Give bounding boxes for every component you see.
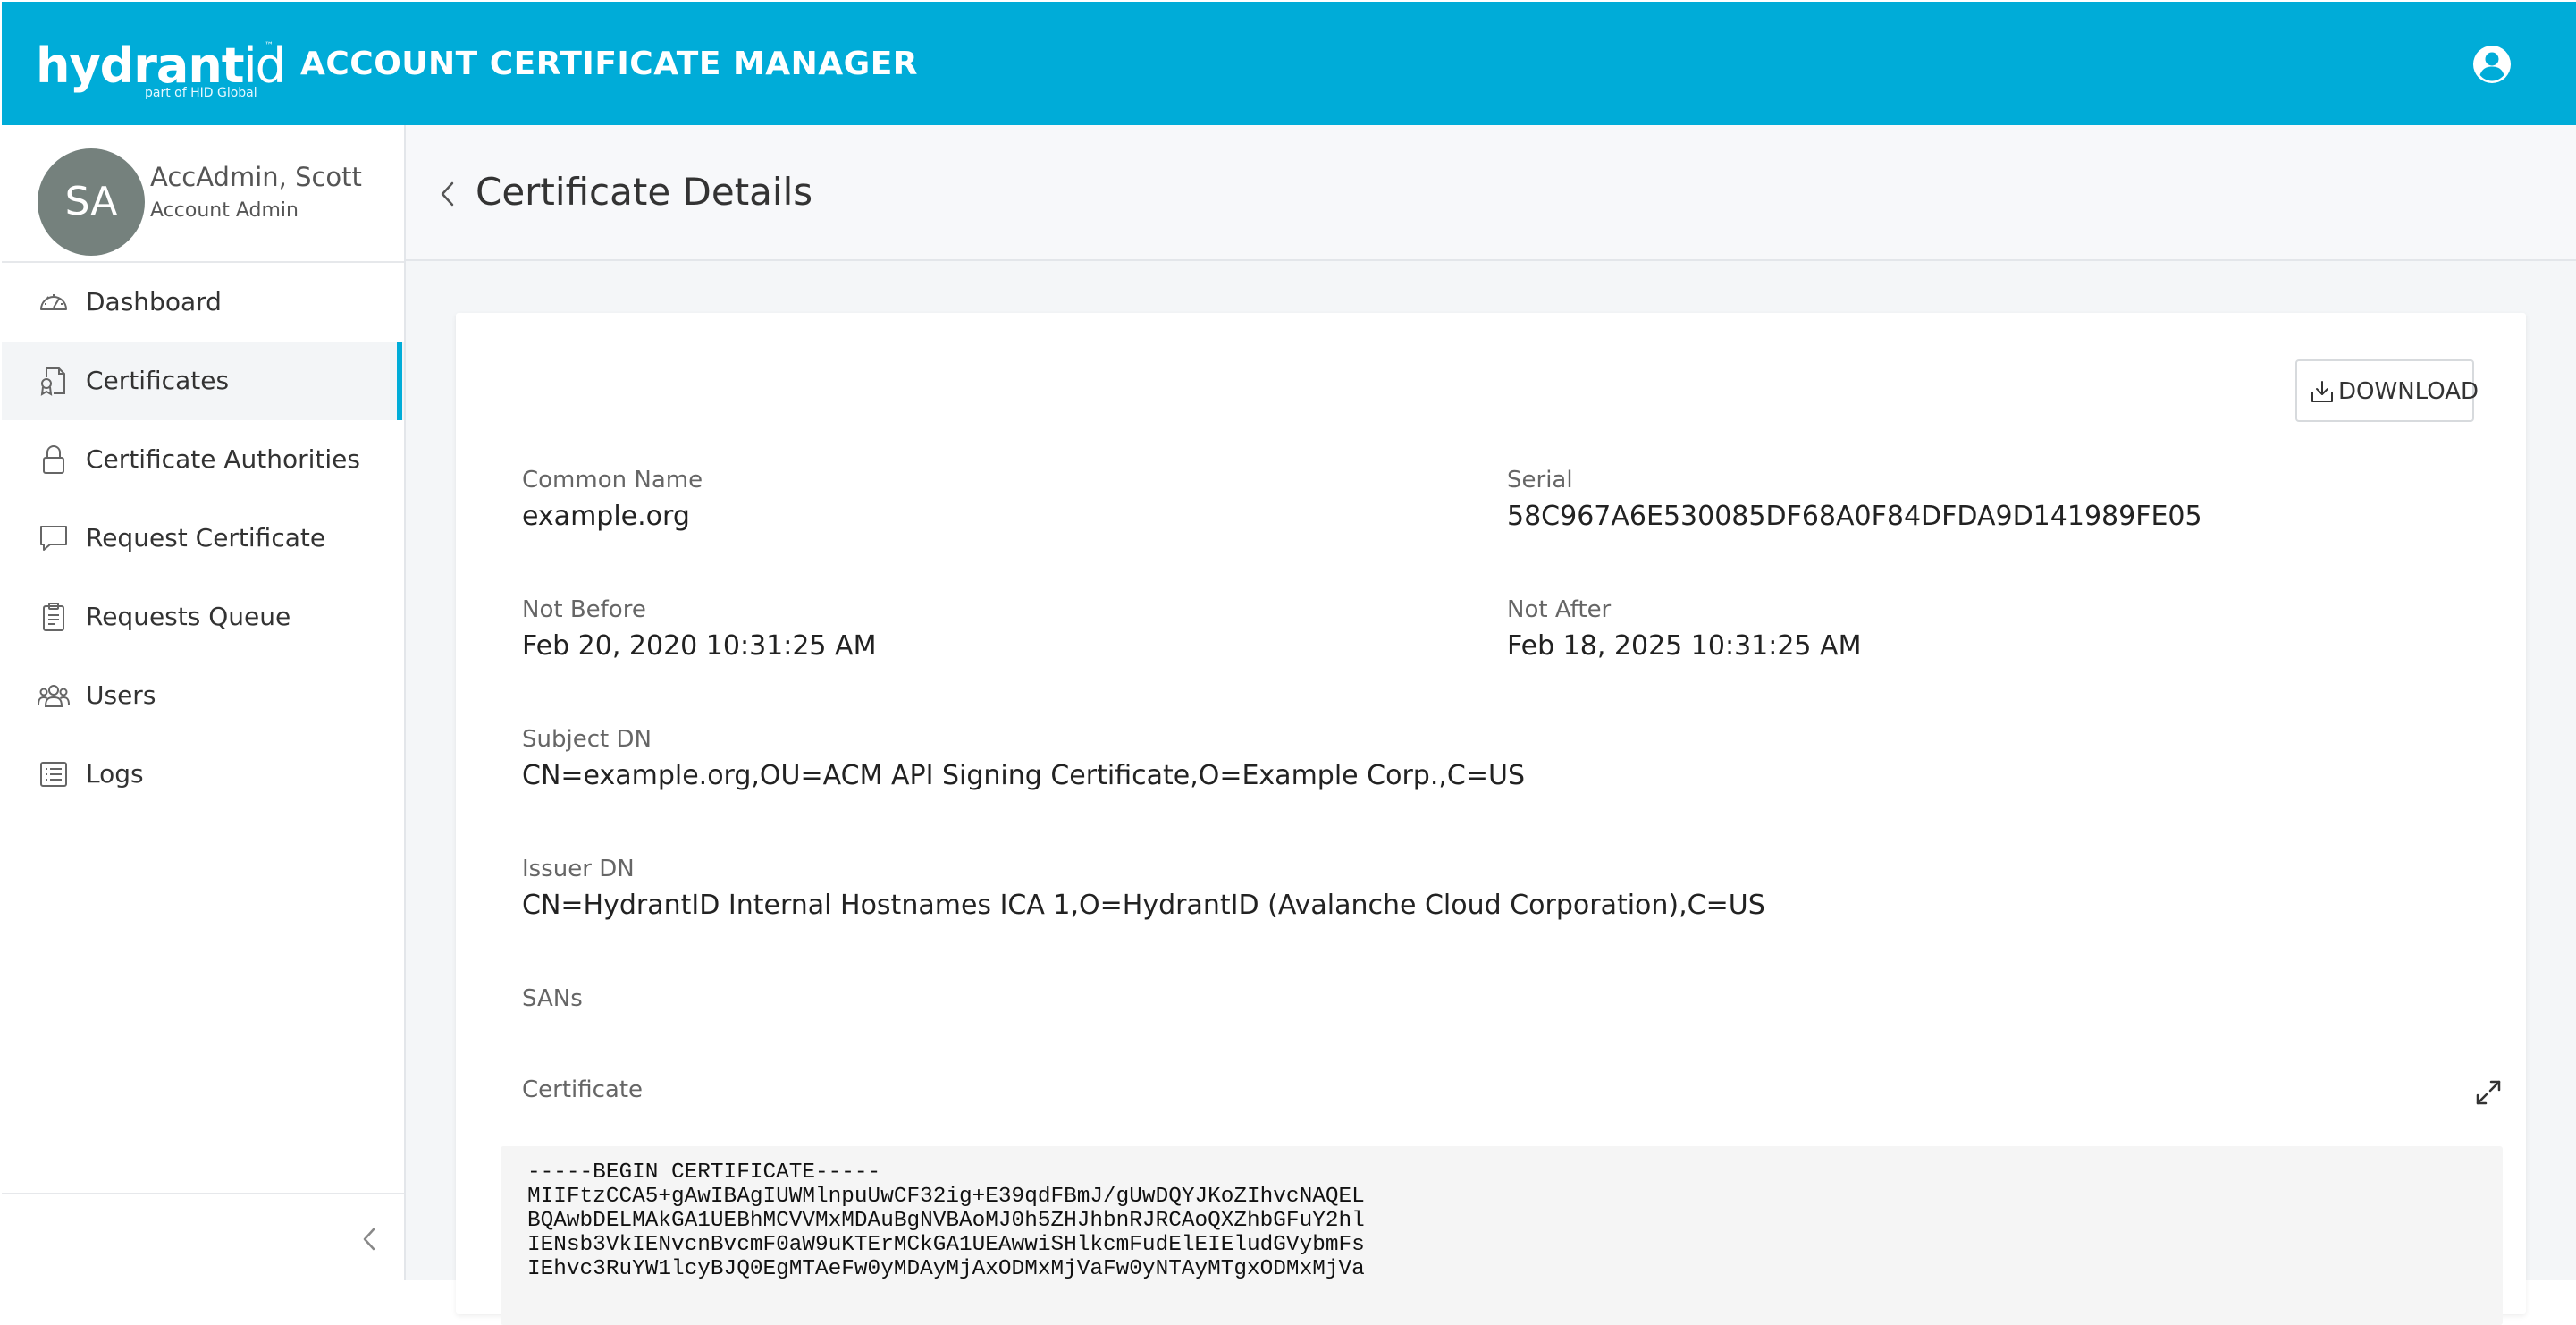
not-before-field: Not Before Feb 20, 2020 10:31:25 AM xyxy=(522,595,876,664)
page-header: Certificate Details xyxy=(406,125,2576,261)
not-before-label: Not Before xyxy=(522,596,646,623)
logo-trademark: ™ xyxy=(265,41,274,51)
sans-field: SANs xyxy=(522,983,583,1017)
serial-value: 58C967A6E530085DF68A0F84DFDA9D141989FE05 xyxy=(1507,501,2202,532)
certificate-pem-box[interactable]: -----BEGIN CERTIFICATE----- MIIFtzCCA5+g… xyxy=(501,1146,2503,1325)
common-name-field: Common Name example.org xyxy=(522,465,703,535)
sidebar-item-label: Logs xyxy=(86,759,144,789)
issuer-dn-field: Issuer DN CN=HydrantID Internal Hostname… xyxy=(522,854,1765,924)
certificate-label: Certificate xyxy=(522,1076,644,1103)
not-after-value: Feb 18, 2025 10:31:25 AM xyxy=(1507,630,1862,662)
sidebar-item-label: Users xyxy=(86,680,156,710)
not-after-field: Not After Feb 18, 2025 10:31:25 AM xyxy=(1507,595,1861,664)
sans-label: SANs xyxy=(522,985,583,1012)
page-title: Certificate Details xyxy=(476,170,813,214)
sidebar-item-certificates[interactable]: Certificates xyxy=(2,342,404,420)
dashboard-icon xyxy=(40,294,67,310)
issuer-dn-value: CN=HydrantID Internal Hostnames ICA 1,O=… xyxy=(522,890,1765,921)
sidebar-item-label: Certificates xyxy=(86,366,230,395)
profile-name: AccAdmin, Scott xyxy=(150,162,362,192)
certificate-field: Certificate xyxy=(522,1075,643,1105)
certificate-details-card: DOWNLOAD Common Name example.org Serial … xyxy=(456,313,2526,1325)
sidebar-item-certificate-authorities[interactable]: Certificate Authorities xyxy=(2,420,404,499)
lock-icon xyxy=(43,445,64,474)
issuer-dn-label: Issuer DN xyxy=(522,856,635,882)
download-button[interactable]: DOWNLOAD xyxy=(2295,359,2479,422)
top-bar: hydrantid ™ part of HID Global ACCOUNT C… xyxy=(2,2,2576,125)
hydrantid-logo[interactable]: hydrantid ™ part of HID Global xyxy=(36,39,286,102)
serial-label: Serial xyxy=(1507,467,1573,494)
common-name-value: example.org xyxy=(522,501,690,532)
chat-bubble-icon xyxy=(40,526,67,551)
sidebar-nav: Dashboard Certificates Certificate Autho… xyxy=(2,263,404,814)
serial-field: Serial 58C967A6E530085DF68A0F84DFDA9D141… xyxy=(1507,465,2202,535)
certificate-icon xyxy=(40,367,65,396)
user-profile: SA AccAdmin, Scott Account Admin xyxy=(2,125,404,263)
not-after-label: Not After xyxy=(1507,596,1612,623)
sidebar-item-label: Requests Queue xyxy=(86,602,291,631)
main-content: Certificate Details DOWNLOAD Common Name… xyxy=(406,125,2576,1325)
sidebar-item-dashboard[interactable]: Dashboard xyxy=(2,263,404,342)
not-before-value: Feb 20, 2020 10:31:25 AM xyxy=(522,630,877,662)
subject-dn-field: Subject DN CN=example.org,OU=ACM API Sig… xyxy=(522,724,1525,794)
sidebar-item-label: Certificate Authorities xyxy=(86,444,360,474)
subject-dn-label: Subject DN xyxy=(522,726,652,753)
common-name-label: Common Name xyxy=(522,467,703,494)
logo-tagline: part of HID Global xyxy=(145,86,257,100)
expand-icon[interactable] xyxy=(2472,1076,2504,1109)
collapse-sidebar-chevron-left-icon[interactable] xyxy=(356,1225,384,1253)
sidebar-item-request-certificate[interactable]: Request Certificate xyxy=(2,499,404,578)
sidebar-item-requests-queue[interactable]: Requests Queue xyxy=(2,578,404,656)
list-icon xyxy=(40,762,67,787)
app-title: ACCOUNT CERTIFICATE MANAGER xyxy=(300,46,919,82)
sidebar-item-logs[interactable]: Logs xyxy=(2,735,404,814)
logo-wordmark: hydrantid xyxy=(36,38,286,94)
subject-dn-value: CN=example.org,OU=ACM API Signing Certif… xyxy=(522,760,1525,791)
users-icon xyxy=(38,685,70,707)
clipboard-icon xyxy=(43,603,64,631)
sidebar-footer xyxy=(2,1193,404,1282)
sidebar: SA AccAdmin, Scott Account Admin Dashboa… xyxy=(2,125,406,1280)
account-user-icon[interactable] xyxy=(2472,45,2512,84)
profile-role: Account Admin xyxy=(150,199,299,222)
certificate-pem-text: -----BEGIN CERTIFICATE----- MIIFtzCCA5+g… xyxy=(527,1160,1365,1281)
sidebar-item-label: Request Certificate xyxy=(86,523,326,553)
sidebar-item-users[interactable]: Users xyxy=(2,656,404,735)
back-chevron-left-icon[interactable] xyxy=(433,179,463,209)
download-label: DOWNLOAD xyxy=(2338,378,2479,405)
download-icon xyxy=(2311,381,2333,402)
sidebar-item-label: Dashboard xyxy=(86,287,222,316)
avatar[interactable]: SA xyxy=(38,148,145,256)
